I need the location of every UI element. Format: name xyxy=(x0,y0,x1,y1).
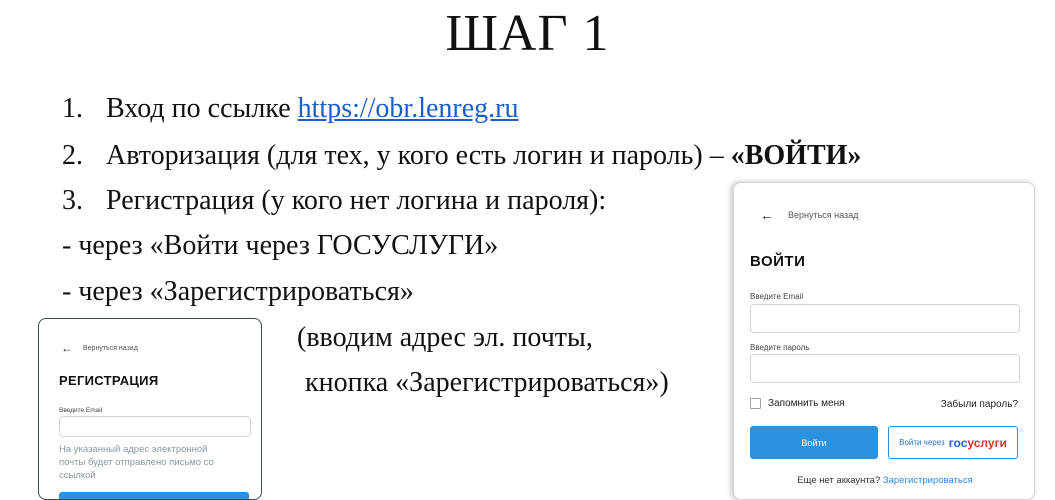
register-link[interactable]: Зарегистрироваться xyxy=(883,475,973,486)
login-heading: ВОЙТИ xyxy=(750,253,806,270)
gosuslugi-logo: госуслуги xyxy=(949,436,1007,450)
list-item-2: 2. Авторизация (для тех, у кого есть логи… xyxy=(62,139,861,173)
forgot-password-link[interactable]: Забыли пароль? xyxy=(941,399,1018,410)
note-line-1: (вводим адрес эл. почты, xyxy=(297,322,593,353)
email-field[interactable] xyxy=(750,304,1020,333)
registration-heading: РЕГИСТРАЦИЯ xyxy=(59,373,159,388)
back-link[interactable]: ← Вернуться назад xyxy=(760,207,858,223)
email-label: Введите Email xyxy=(750,292,804,301)
back-label: Вернуться назад xyxy=(788,210,859,220)
email-field[interactable] xyxy=(59,416,251,437)
no-account-text: Еще нет аккаунта? xyxy=(797,475,881,486)
dash-item-gosuslugi: - через «Войти через ГОСУСЛУГИ» xyxy=(62,230,499,261)
gosuslugi-logo-part-b: услуги xyxy=(967,435,1007,450)
list-text: Регистрация (у кого нет логина и пароля)… xyxy=(106,185,607,216)
dash-item-register: - через «Зарегистрироваться» xyxy=(62,276,414,307)
gosuslugi-login-button[interactable]: Войти через госуслуги xyxy=(888,426,1018,459)
remember-label: Запомнить меня xyxy=(768,398,845,409)
gosuslugi-prefix: Войти через xyxy=(899,438,945,447)
back-arrow-icon: ← xyxy=(760,207,774,223)
list-number: 2. xyxy=(62,140,83,171)
gosuslugi-logo-part-a: гос xyxy=(948,435,968,450)
list-text: Вход по ссылке xyxy=(106,93,298,124)
site-link[interactable]: https://obr.lenreg.ru xyxy=(298,93,519,124)
slide: ШАГ 1 1. Вход по ссылке https://obr.lenre… xyxy=(0,0,1055,500)
list-item-3: 3. Регистрация (у кого нет логина и парол… xyxy=(62,184,606,218)
note-line-2: кнопка «Зарегистрироваться») xyxy=(305,367,669,398)
list-text: Авторизация (для тех, у кого есть логин … xyxy=(106,140,731,171)
checkbox-icon[interactable] xyxy=(750,398,761,409)
list-number: 1. xyxy=(62,93,83,124)
password-field[interactable] xyxy=(750,354,1020,383)
password-label: Введите пароль xyxy=(750,343,810,352)
back-label: Вернуться назад xyxy=(83,344,138,352)
login-button[interactable]: Войти xyxy=(750,426,878,459)
register-button[interactable] xyxy=(59,492,249,499)
signup-prompt: Еще нет аккаунта? Зарегистрироваться xyxy=(734,475,1034,486)
remember-me[interactable]: Запомнить меня xyxy=(750,398,845,409)
slide-title: ШАГ 1 xyxy=(445,5,610,62)
login-screenshot: ← Вернуться назад ВОЙТИ Введите Email Вв… xyxy=(733,182,1035,500)
registration-screenshot: ← Вернуться назад РЕГИСТРАЦИЯ Введите Em… xyxy=(38,318,262,500)
list-item-1: 1. Вход по ссылке https://obr.lenreg.ru xyxy=(62,92,519,126)
email-label: Введите Email xyxy=(59,407,103,414)
back-arrow-icon: ← xyxy=(61,341,73,355)
back-link[interactable]: ← Вернуться назад xyxy=(61,341,138,355)
email-hint: На указанный адрес электронной почты буд… xyxy=(59,444,214,481)
list-number: 3. xyxy=(62,185,83,216)
login-emphasis: «ВОЙТИ» xyxy=(730,140,862,171)
